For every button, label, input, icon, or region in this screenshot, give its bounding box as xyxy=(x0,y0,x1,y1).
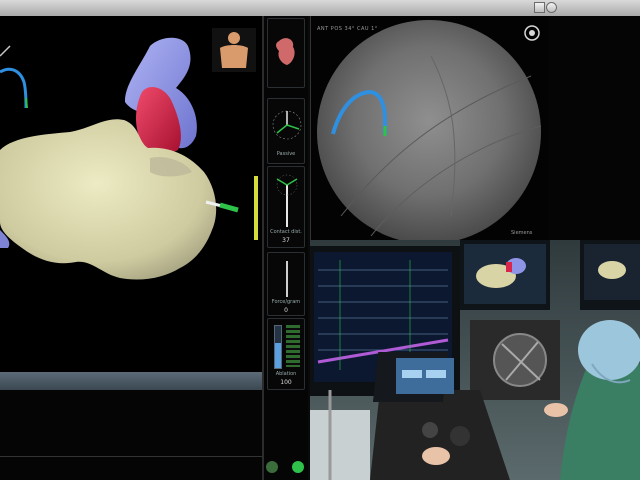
refresh-icon[interactable] xyxy=(266,461,278,473)
close-button[interactable] xyxy=(546,2,557,13)
window-titlebar xyxy=(0,0,640,16)
torso-icon xyxy=(220,32,248,68)
yellow-indicator xyxy=(254,176,258,240)
ablation-gauge[interactable]: Ablation 100 xyxy=(267,318,305,390)
gauge-value: 100 xyxy=(280,379,292,386)
passive-gauge[interactable]: Passive xyxy=(267,98,305,164)
gauge-column: Passive Contact dist. 37 Force/gram 0 Ab… xyxy=(254,16,308,480)
compass-icon xyxy=(272,110,302,140)
fluoro-footer: Siemens xyxy=(511,230,533,236)
3d-map-viewport[interactable] xyxy=(0,16,262,372)
gauge-label: Contact dist. xyxy=(270,229,302,235)
gauge-value: 0 xyxy=(284,307,288,314)
info-area xyxy=(0,390,262,480)
gauge-value: 37 xyxy=(282,237,290,244)
gauge-label: Force/gram xyxy=(271,299,301,305)
heart-icon xyxy=(276,38,295,65)
force-bar-icon xyxy=(286,261,288,297)
status-icon[interactable] xyxy=(292,461,304,473)
settings-icon[interactable] xyxy=(521,22,543,44)
catheter-tip xyxy=(219,202,239,213)
room-scene xyxy=(310,240,640,480)
ablation-scale xyxy=(286,325,300,367)
gauge-label: Ablation xyxy=(275,371,297,377)
force-gauge[interactable]: Force/gram 0 xyxy=(267,252,305,316)
minimize-button[interactable] xyxy=(534,2,545,13)
cath-lab-photo xyxy=(310,240,640,480)
timeline-bar[interactable] xyxy=(0,372,262,390)
divider xyxy=(0,456,262,457)
ablation-bar xyxy=(274,325,282,369)
right-margin xyxy=(548,16,640,240)
fluoroscopy-view[interactable]: ANT POS 34° CAU 1° Siemens xyxy=(310,16,549,240)
torso-thumbnail[interactable] xyxy=(212,28,256,72)
gauge-label: Passive xyxy=(276,151,296,157)
contact-gauge[interactable]: Contact dist. 37 xyxy=(267,166,305,248)
fluoro-image xyxy=(317,20,542,240)
heart-view-gauge[interactable] xyxy=(267,18,305,88)
fluoro-header: ANT POS 34° CAU 1° xyxy=(317,26,378,32)
force-vector-icon xyxy=(276,174,298,227)
